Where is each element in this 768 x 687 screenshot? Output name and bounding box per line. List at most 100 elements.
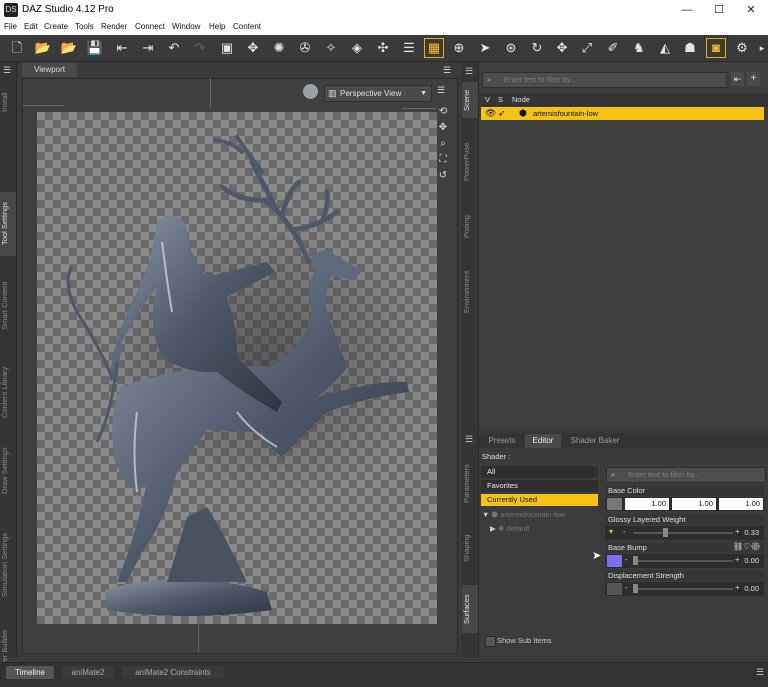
panel-menu-icon[interactable]: ☰ <box>756 667 764 678</box>
camera-dropdown[interactable]: ▥ Perspective View ▼ <box>324 85 432 102</box>
render-settings-icon[interactable]: ▣ <box>218 39 236 57</box>
scale-icon[interactable]: ⤢ <box>578 39 596 57</box>
save-icon[interactable]: 💾 <box>86 39 104 57</box>
reset-icon[interactable]: ↺ <box>436 168 450 184</box>
tree-root-item[interactable]: ▼ ⬢ artemisfountain-low <box>482 510 565 519</box>
open-file-icon[interactable]: 📂 <box>34 39 52 57</box>
increment-icon[interactable]: + <box>735 555 740 564</box>
joint-editor-icon[interactable]: ✣ <box>374 39 392 57</box>
chevron-down-icon[interactable]: ▾ <box>609 527 613 536</box>
base-bump-row[interactable]: - + 0.00 <box>605 554 764 568</box>
tab-animate2[interactable]: aniMate2 <box>62 666 114 679</box>
menu-render[interactable]: Render <box>101 22 127 31</box>
increment-icon[interactable]: + <box>735 527 740 536</box>
pan-icon[interactable]: ✥ <box>436 120 450 136</box>
geometry-editor-icon[interactable]: ✐ <box>604 39 622 57</box>
filter-all[interactable]: All <box>481 466 598 478</box>
column-visible[interactable]: V <box>485 95 490 104</box>
undo-icon[interactable]: ↶ <box>165 39 183 57</box>
node-select-icon[interactable]: ◈ <box>348 39 366 57</box>
base-bump-value[interactable]: 0.00 <box>744 555 759 567</box>
redo-icon[interactable]: ↷ <box>191 39 209 57</box>
toolbar-overflow-icon[interactable]: ▸ <box>756 39 768 57</box>
property-filter-field[interactable]: ⌕ Enter text to filter by... <box>606 467 766 483</box>
merge-file-icon[interactable]: 📂 <box>60 39 78 57</box>
surface-selection-icon[interactable]: ▦ <box>424 38 444 58</box>
tab-editor[interactable]: Editor <box>525 434 561 448</box>
base-color-b[interactable]: 1.00 <box>719 498 763 510</box>
displacement-value[interactable]: 0.00 <box>744 583 759 595</box>
displacement-row[interactable]: - + 0.00 <box>605 582 764 596</box>
filter-favorites[interactable]: Favorites <box>481 480 598 492</box>
menu-edit[interactable]: Edit <box>24 22 38 31</box>
panel-menu-icon[interactable]: ☰ <box>3 65 11 76</box>
render-icon[interactable]: ☗ <box>681 39 699 57</box>
slider-handle[interactable] <box>663 528 668 537</box>
decrement-icon[interactable]: - <box>625 583 628 592</box>
tab-draw-settings[interactable]: Draw Settings <box>0 440 16 502</box>
tab-content-library[interactable]: Content Library <box>0 352 16 432</box>
eye-icon[interactable]: 👁 <box>485 107 496 120</box>
tab-install[interactable]: Install <box>0 82 16 122</box>
menu-connect[interactable]: Connect <box>135 22 165 31</box>
tab-simulation-settings[interactable]: Simulation Settings <box>0 522 16 608</box>
import-icon[interactable]: ⇤ <box>113 39 131 57</box>
tab-smart-content[interactable]: Smart Content <box>0 268 16 344</box>
viewport-menu-icon[interactable]: ☰ <box>443 65 451 76</box>
orbit-icon[interactable]: ⟲ <box>436 104 450 120</box>
panel-menu-icon[interactable]: ☰ <box>465 434 473 445</box>
navigation-icon[interactable]: ⊕ <box>450 39 468 57</box>
select-pointer-icon[interactable]: ➶ <box>498 107 506 120</box>
new-scene-icon[interactable]: 🗋 <box>8 39 26 57</box>
lighting-sphere-icon[interactable] <box>303 84 318 99</box>
texture-map-icon[interactable] <box>607 498 622 510</box>
show-sub-items-checkbox[interactable] <box>485 636 496 647</box>
rotate-icon[interactable]: ↻ <box>528 39 546 57</box>
rotate-tool-icon[interactable]: ✇ <box>296 39 314 57</box>
tab-posing[interactable]: Posing <box>462 207 478 247</box>
zoom-icon[interactable]: ⌕ <box>436 136 450 152</box>
increment-icon[interactable]: + <box>735 583 740 592</box>
export-icon[interactable]: ⇥ <box>139 39 157 57</box>
collapse-icon[interactable]: ⇤ <box>731 72 744 86</box>
displacement-slider[interactable] <box>633 588 733 590</box>
scene-node-row[interactable]: 👁 ➶ ⬢ artemisfountain-low <box>481 107 764 120</box>
camera-icon[interactable]: ◙ <box>706 38 726 58</box>
menu-file[interactable]: File <box>4 22 17 31</box>
translate-icon[interactable]: ✥ <box>553 39 571 57</box>
tab-shader-baker[interactable]: Shader Baker <box>565 434 625 448</box>
tool-options-icon[interactable]: ⚙ <box>733 39 751 57</box>
menu-help[interactable]: Help <box>209 22 225 31</box>
tab-powerpose[interactable]: PowerPose <box>462 132 478 192</box>
maximize-button[interactable]: ☐ <box>702 0 736 21</box>
tab-presets[interactable]: Presets <box>483 434 521 448</box>
universal-tool-icon[interactable]: ✥ <box>244 39 262 57</box>
glossy-weight-row[interactable]: ▾ - + 0.33 <box>605 526 764 540</box>
tree-child-item[interactable]: ▶ ❖ default <box>490 524 529 533</box>
base-bump-slider[interactable] <box>633 560 733 562</box>
bump-map-swatch[interactable] <box>607 555 622 567</box>
menu-window[interactable]: Window <box>172 22 200 31</box>
expand-icon[interactable]: ▼ <box>482 510 489 519</box>
aim-tool-icon[interactable]: ✧ <box>322 39 340 57</box>
tab-scene[interactable]: Scene <box>462 82 478 118</box>
tab-parameters[interactable]: Parameters <box>462 456 478 512</box>
align-icon[interactable]: ☰ <box>400 39 418 57</box>
base-color-g[interactable]: 1.00 <box>672 498 716 510</box>
scene-filter-field[interactable]: ⌕ Enter text to filter by... <box>482 72 727 88</box>
frame-icon[interactable]: ⛶ <box>436 152 450 168</box>
active-pose-icon[interactable]: ⊛ <box>502 39 520 57</box>
tab-surfaces[interactable]: Surfaces <box>462 585 478 633</box>
morph-tool-icon[interactable]: ♞ <box>630 39 648 57</box>
close-button[interactable]: ✕ <box>734 0 768 21</box>
glossy-weight-slider[interactable] <box>633 532 733 534</box>
panel-menu-icon[interactable]: ☰ <box>465 66 473 77</box>
column-selectable[interactable]: S <box>498 95 503 104</box>
spot-render-icon[interactable]: ◭ <box>656 39 674 57</box>
light-tool-icon[interactable]: ✺ <box>270 39 288 57</box>
tab-timeline[interactable]: Timeline <box>6 666 54 679</box>
filter-currently-used[interactable]: Currently Used <box>481 494 598 506</box>
base-color-r[interactable]: 1.00 <box>625 498 669 510</box>
minimize-button[interactable]: — <box>670 0 704 21</box>
decrement-icon[interactable]: - <box>625 555 628 564</box>
